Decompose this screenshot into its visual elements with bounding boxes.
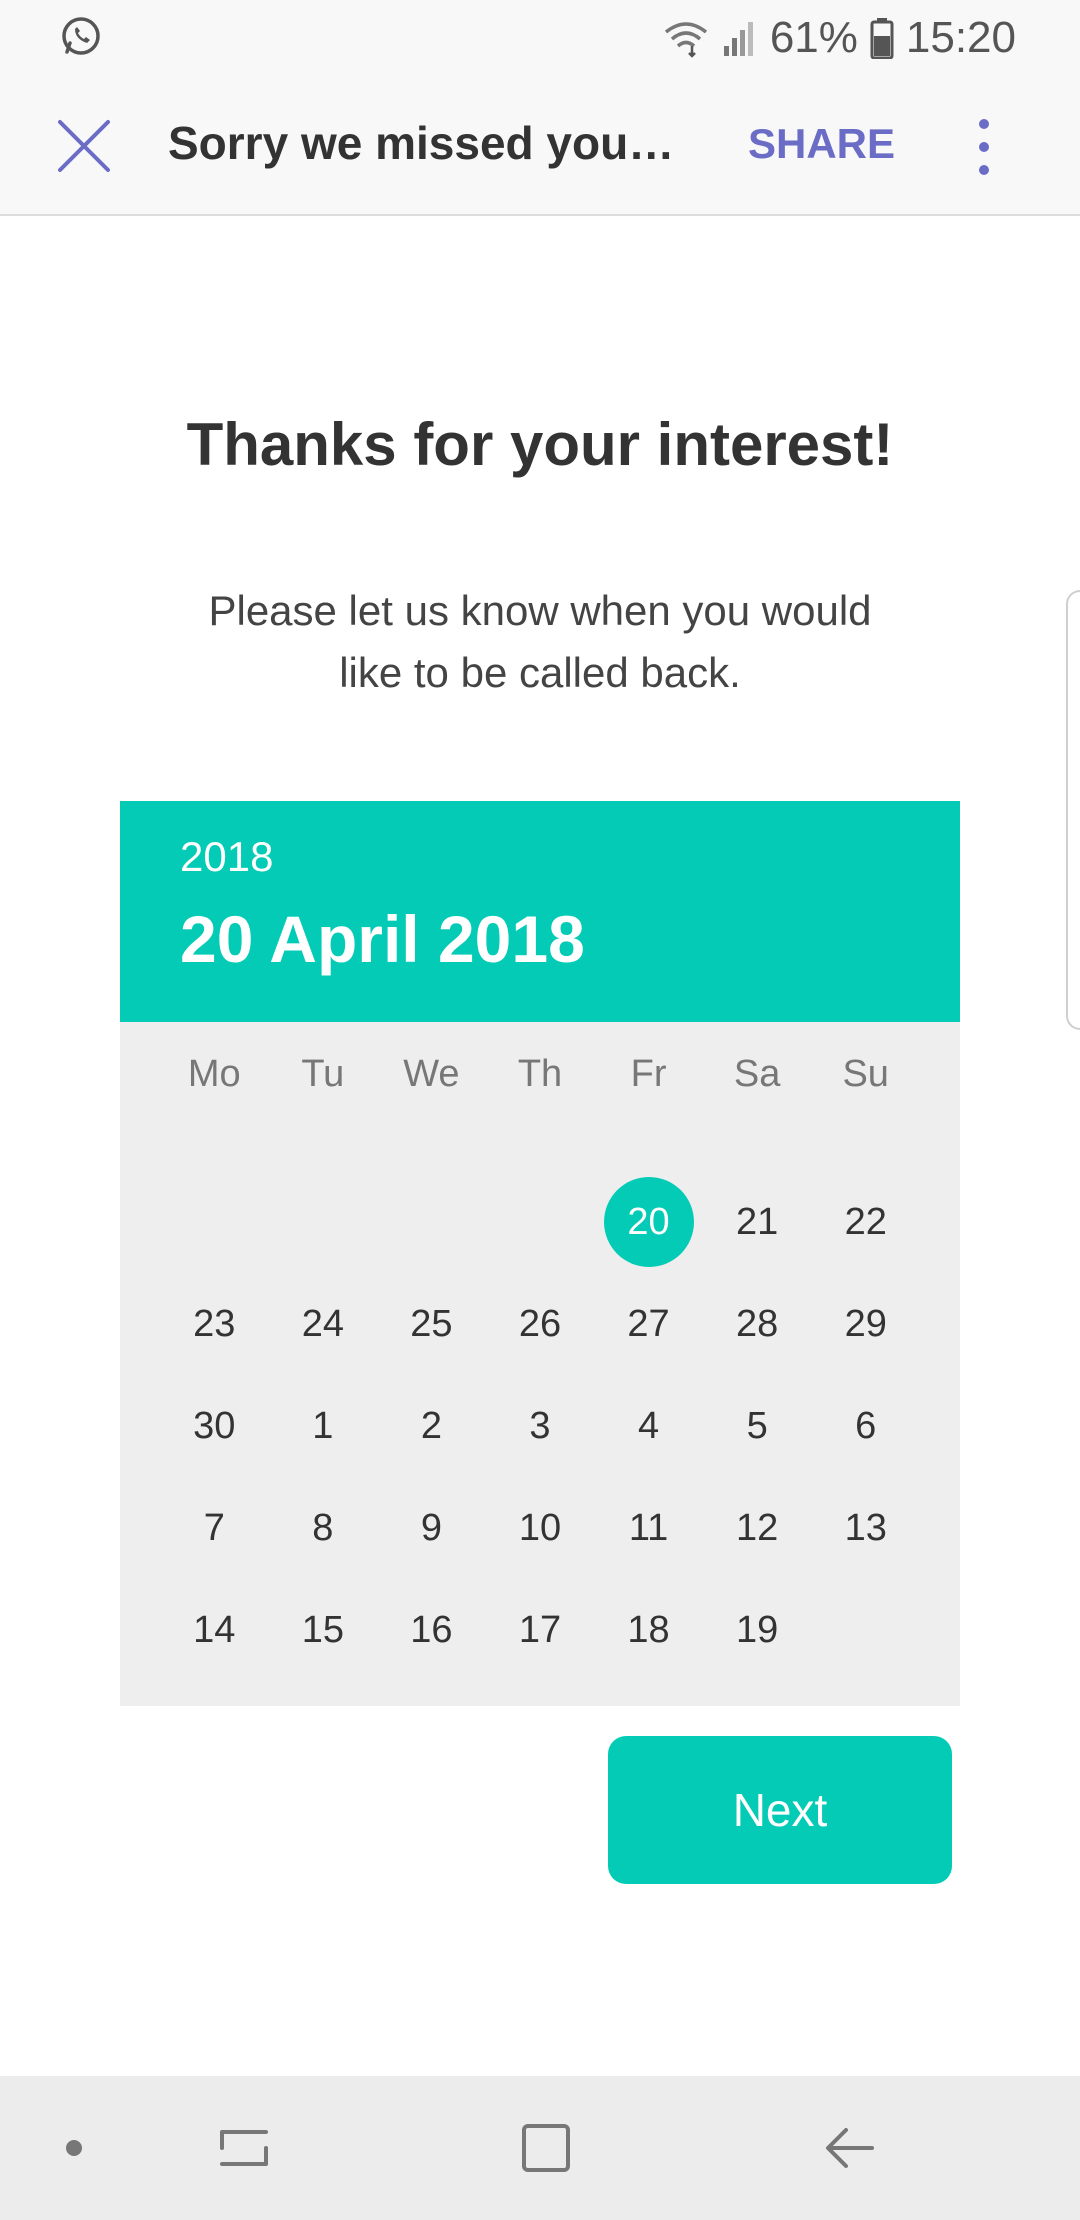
day-number: 11 — [628, 1506, 669, 1549]
day-number: 9 — [420, 1506, 442, 1549]
day-cell[interactable]: 23 — [160, 1273, 269, 1375]
weekday-label: Tu — [301, 1053, 345, 1095]
subtext: Please let us know when you would like t… — [208, 587, 872, 696]
clock: 15:20 — [905, 13, 1016, 62]
day-blank — [486, 1171, 595, 1273]
day-cell[interactable]: 13 — [811, 1477, 920, 1579]
day-cell[interactable]: 6 — [811, 1375, 920, 1477]
day-number: 5 — [746, 1404, 768, 1447]
battery-percent: 61% — [769, 13, 858, 62]
day-number: 12 — [735, 1506, 779, 1549]
day-cell[interactable]: 3 — [486, 1375, 595, 1477]
day-cell[interactable]: 30 — [160, 1375, 269, 1477]
day-cell[interactable]: 24 — [269, 1273, 378, 1375]
selected-date: 20 April 2018 — [180, 902, 585, 976]
day-number: 26 — [518, 1302, 562, 1345]
weekday-label: Sa — [733, 1053, 781, 1095]
home-icon[interactable] — [516, 2118, 576, 2178]
day-number: 27 — [627, 1302, 670, 1345]
day-grid: 20 21 22 23 24 25 26 27 28 29 30 1 2 3 4 5 6 7 8 9 10 11 12 13 1… — [120, 1171, 960, 1681]
weekday-label: Fr — [630, 1053, 667, 1095]
day-number: 6 — [855, 1404, 877, 1447]
weekday-label: Th — [517, 1053, 563, 1095]
share-button[interactable]: SHARE — [748, 120, 895, 168]
day-cell[interactable]: 8 — [269, 1477, 378, 1579]
day-cell[interactable]: 27 — [594, 1273, 703, 1375]
close-icon[interactable] — [52, 114, 116, 178]
day-number: 7 — [203, 1506, 225, 1549]
wifi-icon — [664, 22, 707, 58]
day-number: 13 — [844, 1506, 887, 1549]
day-cell[interactable]: 25 — [377, 1273, 486, 1375]
day-blank — [160, 1171, 269, 1273]
day-number: 16 — [410, 1608, 453, 1651]
day-number: 1 — [312, 1404, 334, 1447]
day-number: 8 — [312, 1506, 334, 1549]
more-vert-icon[interactable] — [960, 114, 1008, 180]
day-cell[interactable]: 16 — [377, 1579, 486, 1681]
day-cell[interactable]: 17 — [486, 1579, 595, 1681]
date-picker-header: 2018 20 April 2018 — [120, 801, 960, 1022]
edge-panel-handle[interactable] — [1066, 590, 1080, 1030]
day-number: 20 — [603, 1177, 694, 1267]
day-number: 15 — [301, 1608, 344, 1651]
navigation-bar — [0, 2076, 1080, 2220]
day-cell[interactable]: 22 — [811, 1171, 920, 1273]
day-number: 18 — [627, 1608, 670, 1651]
weekday-label: We — [403, 1053, 460, 1095]
day-cell[interactable]: 19 — [703, 1579, 812, 1681]
day-cell[interactable]: 21 — [703, 1171, 812, 1273]
day-number: 29 — [844, 1302, 887, 1345]
day-cell[interactable]: 12 — [703, 1477, 812, 1579]
day-blank — [377, 1171, 486, 1273]
day-number: 3 — [529, 1404, 551, 1447]
whatsapp-icon — [62, 17, 100, 55]
weekday-row: Mo Tu We Th Fr Sa Su — [120, 1053, 960, 1096]
weekday-label: Su — [842, 1053, 889, 1095]
day-cell[interactable]: 10 — [486, 1477, 595, 1579]
day-number: 19 — [735, 1608, 779, 1651]
day-number: 17 — [518, 1608, 562, 1651]
day-cell[interactable]: 7 — [160, 1477, 269, 1579]
day-blank — [269, 1171, 378, 1273]
dot-icon[interactable] — [44, 2118, 104, 2178]
recent-apps-icon[interactable] — [214, 2118, 274, 2178]
day-cell[interactable]: 29 — [811, 1273, 920, 1375]
day-number: 30 — [193, 1404, 236, 1447]
heading: Thanks for your interest! — [186, 411, 894, 478]
day-number: 4 — [637, 1404, 660, 1447]
day-cell[interactable]: 18 — [594, 1579, 703, 1681]
day-number: 23 — [193, 1302, 236, 1345]
day-number: 10 — [518, 1506, 562, 1549]
day-number: 21 — [735, 1200, 779, 1243]
day-number: 28 — [735, 1302, 779, 1345]
day-cell-selected[interactable]: 20 — [594, 1171, 703, 1273]
page-title: Sorry we missed your c… — [168, 117, 688, 169]
day-cell[interactable]: 1 — [269, 1375, 378, 1477]
day-number: 25 — [410, 1302, 453, 1345]
status-bar: 61% 15:20 — [0, 0, 1080, 76]
day-number: 2 — [420, 1404, 442, 1447]
day-number: 24 — [301, 1302, 344, 1345]
app-bar: Sorry we missed your c… SHARE — [0, 76, 1080, 216]
day-cell[interactable]: 15 — [269, 1579, 378, 1681]
signal-icon — [723, 22, 753, 56]
day-number: 14 — [193, 1608, 236, 1651]
date-picker: 2018 20 April 2018 Mo Tu We Th Fr Sa Su 20 21 22… — [120, 801, 960, 1706]
day-cell[interactable]: 11 — [594, 1477, 703, 1579]
next-button[interactable]: Next — [608, 1736, 952, 1884]
day-cell[interactable]: 5 — [703, 1375, 812, 1477]
day-cell[interactable]: 4 — [594, 1375, 703, 1477]
day-cell[interactable]: 9 — [377, 1477, 486, 1579]
day-cell[interactable]: 28 — [703, 1273, 812, 1375]
battery-icon — [870, 18, 894, 59]
day-cell[interactable]: 14 — [160, 1579, 269, 1681]
day-number: 22 — [844, 1200, 887, 1243]
year-selector[interactable]: 2018 — [180, 833, 273, 881]
back-icon[interactable] — [820, 2118, 880, 2178]
day-cell[interactable]: 2 — [377, 1375, 486, 1477]
day-cell[interactable]: 26 — [486, 1273, 595, 1375]
weekday-label: Mo — [187, 1053, 241, 1095]
